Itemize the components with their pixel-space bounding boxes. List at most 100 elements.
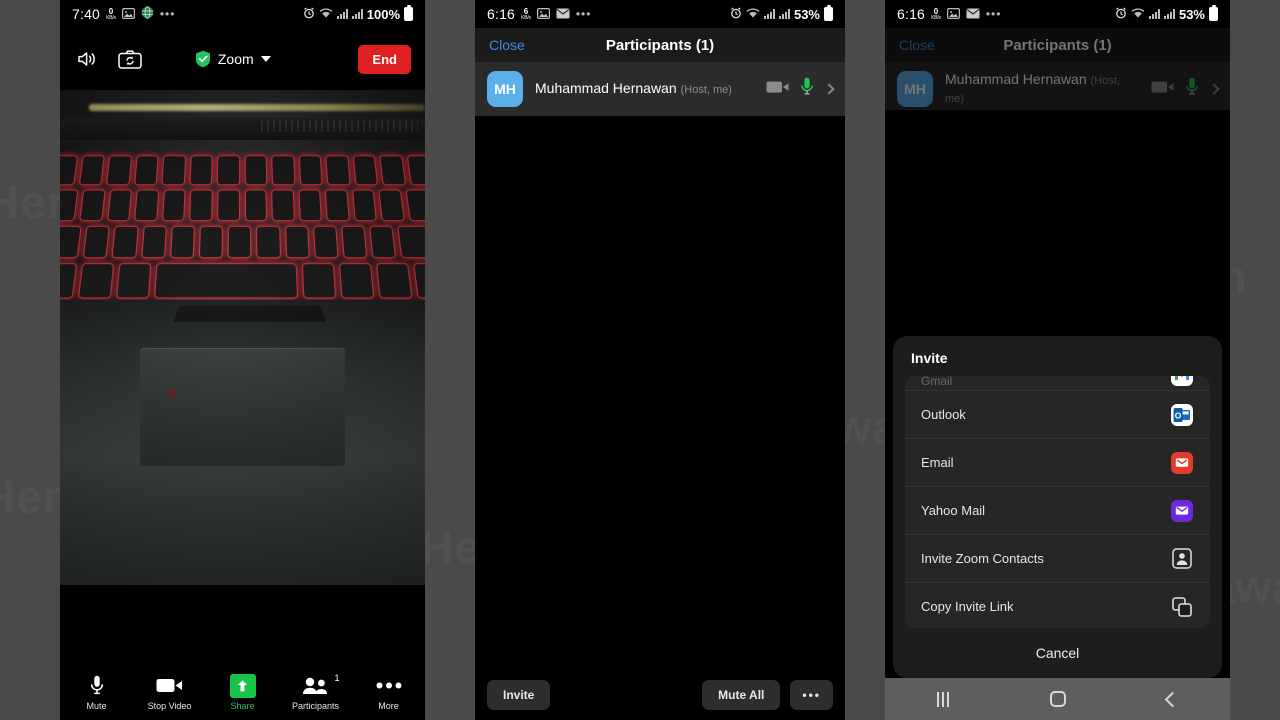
overflow-icon: ••• [575, 7, 592, 21]
battery-icon [1209, 5, 1218, 21]
home-icon [1049, 691, 1066, 707]
data-rate-indicator: 0 KB/s [106, 6, 116, 21]
image-icon [121, 7, 135, 22]
invite-sheet-title: Invite [911, 350, 948, 366]
status-bar-time: 7:40 [72, 6, 101, 22]
battery-icon [824, 5, 833, 21]
invite-sheet: Invite Gmail Outlook O Email Yahoo Mail … [893, 336, 1222, 678]
participant-row[interactable]: MH Muhammad Hernawan(Host, me) [475, 62, 845, 116]
toolbar-label: Mute [86, 700, 107, 711]
invite-option-yahoo-mail[interactable]: Yahoo Mail [905, 486, 1210, 534]
participants-header: Close Participants (1) [475, 28, 845, 62]
toolbar-label: Stop Video [147, 700, 192, 711]
participant-name-group: Muhammad Hernawan(Host, me) [535, 80, 732, 98]
alarm-icon [730, 7, 742, 22]
contact-card-icon [1170, 547, 1194, 571]
end-button[interactable]: End [358, 44, 411, 74]
status-bar: 6:16 0 KB/s ••• 53% [885, 0, 1230, 28]
alarm-icon [303, 7, 315, 22]
phone-screen-participants: 6:16 6 KB/s ••• 53% Close Participants (… [475, 0, 845, 720]
invite-option-outlook[interactable]: Outlook O [905, 390, 1210, 438]
recents-icon [936, 691, 949, 707]
invite-option-label: Yahoo Mail [921, 503, 986, 518]
toolbar-item-more[interactable]: More [352, 675, 425, 711]
battery-percent: 53% [793, 6, 820, 22]
invite-option-gmail[interactable]: Gmail [905, 376, 1210, 390]
mail-icon [966, 7, 980, 22]
phone-screen-meeting: 7:40 0 KB/s ••• 100% Zoom End Mute Stop … [60, 0, 425, 720]
meeting-top-bar: Zoom End [60, 28, 425, 90]
invite-options-list[interactable]: Gmail Outlook O Email Yahoo Mail Invite … [905, 376, 1210, 628]
invite-option-label: Invite Zoom Contacts [921, 551, 1044, 566]
copy-icon [1170, 595, 1194, 619]
self-video-photo [60, 90, 425, 585]
chevron-down-icon[interactable] [260, 56, 271, 62]
back-button[interactable] [1115, 691, 1230, 707]
svg-text:O: O [1175, 410, 1182, 420]
signal-icon [778, 9, 790, 19]
screenshot-stage: Hernawan Hernawan Hernawan Hernawan Hern… [0, 0, 1280, 720]
signal-icon [351, 9, 363, 19]
close-button[interactable]: Close [475, 37, 525, 53]
android-nav-bar [885, 678, 1230, 720]
recents-button[interactable] [885, 691, 1000, 707]
battery-icon [404, 5, 413, 21]
status-bar: 6:16 6 KB/s ••• 53% [475, 0, 845, 28]
toolbar-label: Participants [291, 700, 340, 711]
toolbar-item-participants[interactable]: 1 Participants [279, 672, 352, 711]
toolbar-item-mute[interactable]: Mute [60, 675, 133, 711]
phone-screen-invite-sheet: 6:16 0 KB/s ••• 53% Invite Gmail Outlook… [885, 0, 1230, 720]
toolbar-label: Share [230, 700, 255, 711]
avatar: MH [487, 71, 523, 107]
mail-icon [556, 7, 570, 22]
speaker-icon[interactable] [74, 47, 102, 71]
mute-all-button[interactable]: Mute All [702, 680, 781, 710]
wifi-icon [319, 7, 333, 22]
participant-row-icons [766, 77, 835, 101]
signal-icon [763, 9, 775, 19]
signal-icon [1163, 9, 1175, 19]
invite-option-copy-link[interactable]: Copy Invite Link [905, 582, 1210, 628]
invite-option-zoom-contacts[interactable]: Invite Zoom Contacts [905, 534, 1210, 582]
participants-footer: Invite Mute All ••• [475, 670, 845, 720]
cancel-button[interactable]: Cancel [893, 628, 1222, 678]
wifi-icon [1131, 7, 1145, 22]
shield-check-icon [195, 50, 210, 68]
globe-icon [141, 6, 154, 22]
data-rate-indicator: 6 KB/s [521, 6, 531, 21]
invite-button[interactable]: Invite [487, 680, 551, 710]
toolbar-label: More [378, 700, 399, 711]
toolbar-item-share[interactable]: Share [206, 673, 279, 711]
video-camera-off-icon[interactable] [766, 80, 789, 99]
participant-name: Muhammad Hernawan [535, 80, 677, 96]
email-icon [1170, 451, 1194, 475]
overflow-icon: ••• [159, 7, 176, 21]
page-title: Participants (1) [605, 36, 715, 54]
signal-icon [1148, 9, 1160, 19]
invite-option-label: Email [921, 455, 954, 470]
microphone-on-icon[interactable] [801, 77, 813, 101]
status-bar: 7:40 0 KB/s ••• 100% [60, 0, 425, 28]
battery-percent: 53% [1178, 6, 1205, 22]
participants-count-badge: 1 [334, 672, 340, 683]
overflow-icon: ••• [985, 7, 1002, 21]
flip-camera-icon[interactable] [116, 47, 144, 71]
yahoo-mail-icon [1170, 499, 1194, 523]
data-rate-indicator: 0 KB/s [931, 6, 941, 21]
signal-icon [336, 9, 348, 19]
back-icon [1164, 691, 1181, 707]
share-arrow-up-icon [229, 673, 256, 698]
image-icon [536, 7, 550, 22]
more-options-button[interactable]: ••• [790, 680, 833, 710]
invite-option-email[interactable]: Email [905, 438, 1210, 486]
participant-role: (Host, me) [680, 84, 732, 96]
microphone-icon [90, 675, 104, 697]
invite-option-label: Copy Invite Link [921, 599, 1014, 614]
video-stage[interactable]: Mute Stop Video Share 1 Participants Mor… [60, 90, 425, 720]
gmail-icon [1170, 376, 1194, 388]
meeting-app-label-group[interactable]: Zoom [195, 50, 271, 68]
home-button[interactable] [1000, 691, 1115, 707]
toolbar-item-stop-video[interactable]: Stop Video [133, 675, 206, 711]
chevron-right-icon[interactable] [823, 83, 835, 95]
video-camera-icon [156, 675, 183, 697]
